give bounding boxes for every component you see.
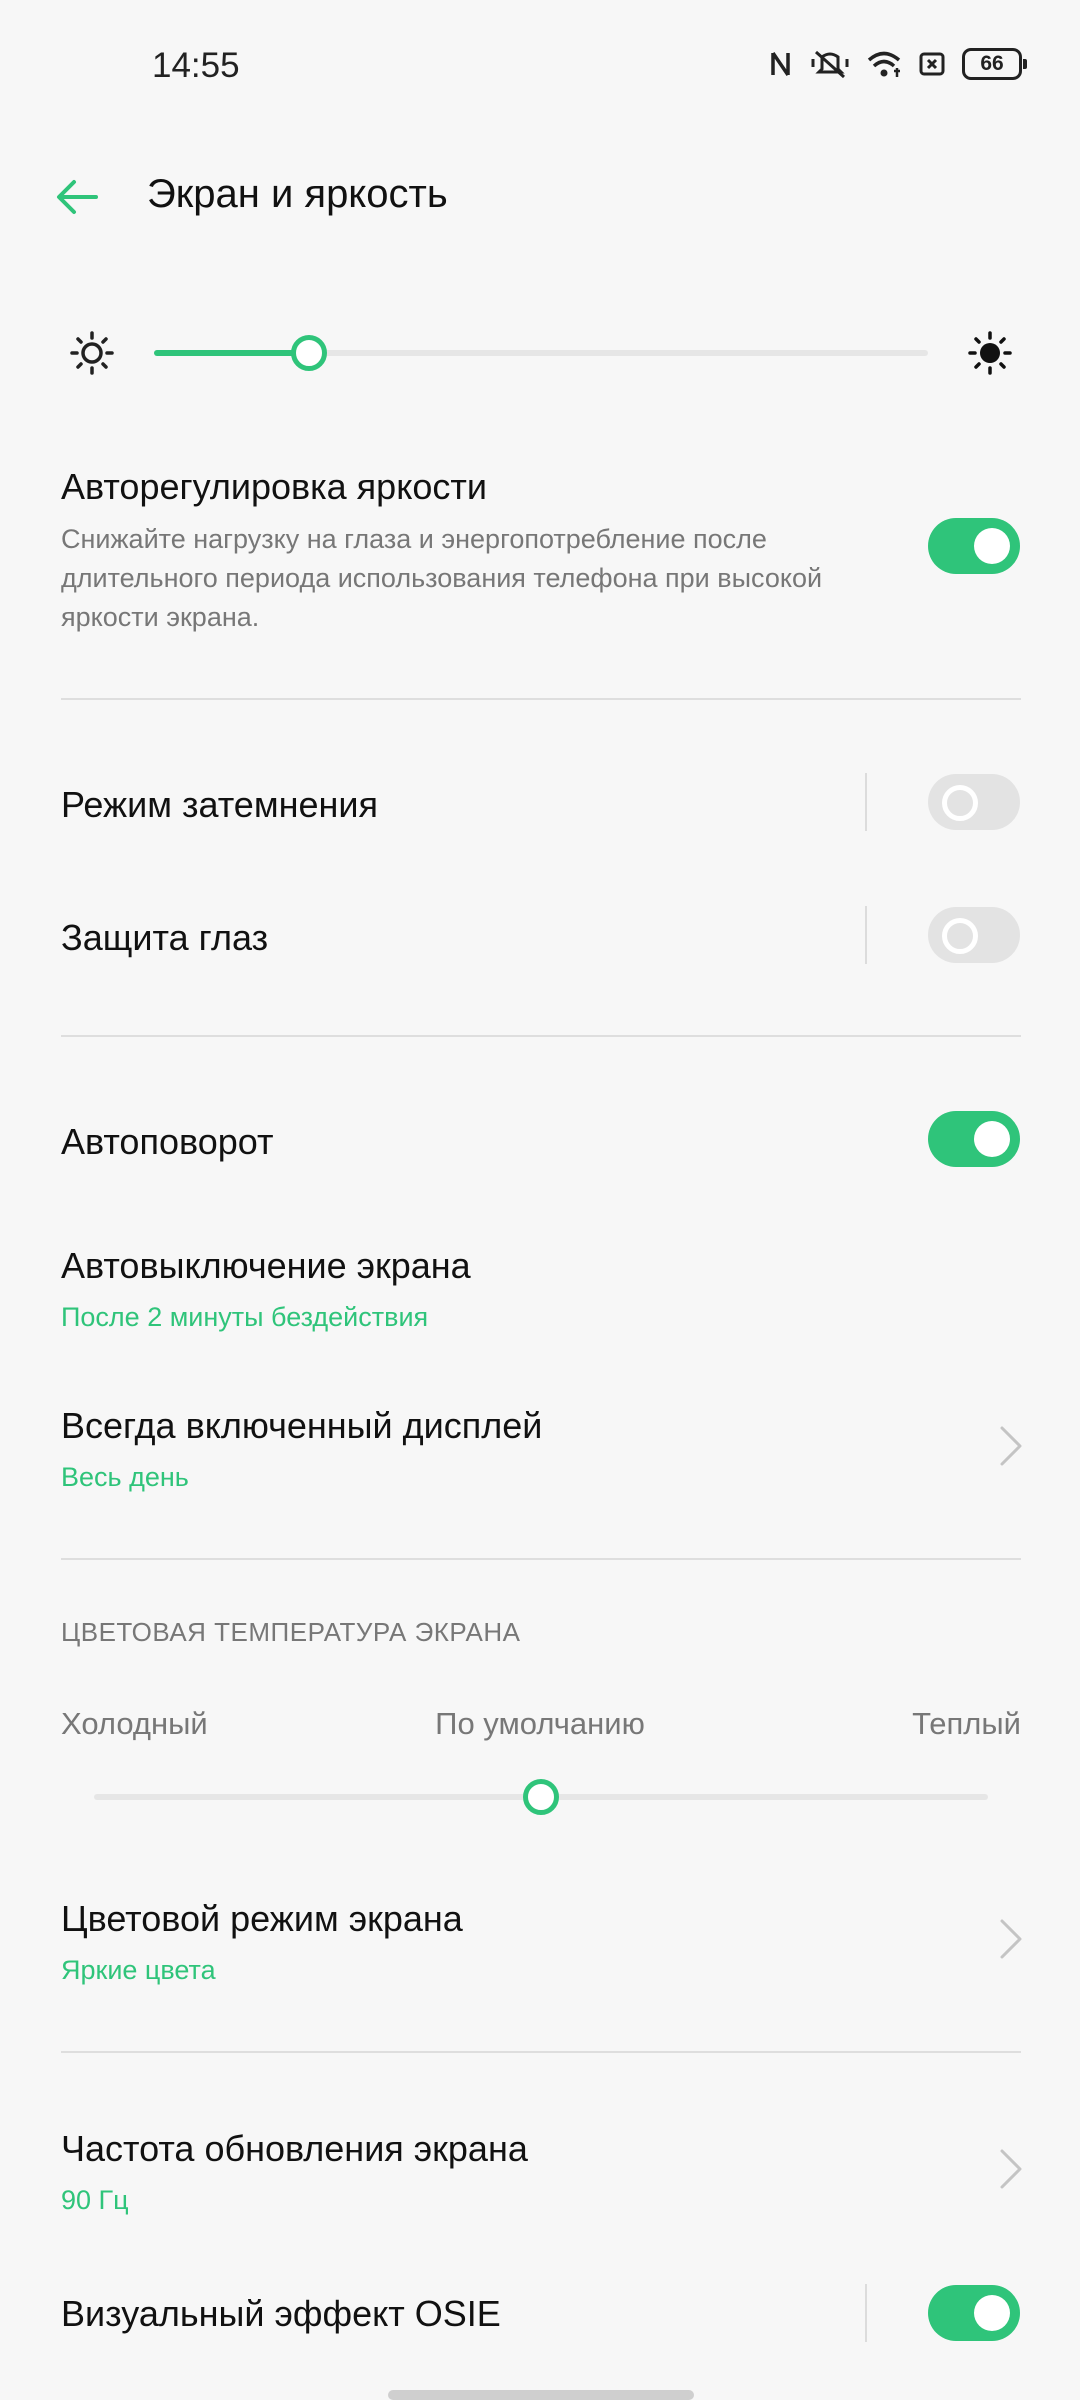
screen-timeout-value: После 2 минуты бездействия [61, 1302, 429, 1332]
nfc-icon [771, 52, 790, 76]
battery-icon: 66 [962, 48, 1027, 80]
brightness-slider[interactable] [154, 328, 928, 378]
auto-brightness-toggle[interactable] [928, 518, 1020, 574]
dark-mode-label: Режим затемнения [61, 784, 378, 825]
toggle-knob [942, 918, 978, 954]
auto-brightness-label: Авторегулировка яркости [61, 466, 487, 507]
toggle-knob [974, 2295, 1010, 2331]
sim-icon [919, 52, 945, 76]
chevron-right-icon [1000, 1919, 1022, 1959]
auto-rotate-label: Автоповорот [61, 1121, 274, 1162]
vertical-divider [865, 773, 867, 831]
silent-icon [811, 50, 849, 79]
color-mode-item[interactable]: Цветовой режим экрана Яркие цвета [0, 1878, 1080, 2003]
sun-outline-icon [70, 331, 114, 375]
divider [61, 1035, 1021, 1037]
home-indicator[interactable] [388, 2390, 694, 2400]
back-arrow-icon[interactable] [52, 172, 102, 222]
page-title: Экран и яркость [147, 172, 448, 216]
toggle-knob [974, 1121, 1010, 1157]
auto-brightness-description: Снижайте нагрузку на глаза и энергопотре… [61, 524, 823, 632]
brightness-thumb[interactable] [290, 335, 327, 371]
wifi-icon [867, 51, 901, 77]
color-mode-label: Цветовой режим экрана [61, 1898, 463, 1939]
screen-timeout-item[interactable]: Автовыключение экрана После 2 минуты без… [0, 1225, 1080, 1350]
chevron-right-icon [1000, 2149, 1022, 2189]
warm-label: Теплый [912, 1706, 1021, 1741]
divider [61, 1558, 1021, 1560]
divider [61, 698, 1021, 700]
always-on-display-item[interactable]: Всегда включенный дисплей Весь день [0, 1385, 1080, 1510]
eye-protection-toggle[interactable] [928, 907, 1020, 963]
auto-rotate-toggle[interactable] [928, 1111, 1020, 1167]
refresh-rate-item[interactable]: Частота обновления экрана 90 Гц [0, 2108, 1080, 2233]
toggle-knob [942, 785, 978, 821]
vertical-divider [865, 2284, 867, 2342]
toggle-knob [974, 528, 1010, 564]
color-mode-value: Яркие цвета [61, 1955, 216, 1985]
chevron-right-icon [1000, 1426, 1022, 1466]
color-temp-slider[interactable] [94, 1772, 988, 1822]
eye-protection-label: Защита глаз [61, 917, 269, 958]
color-temp-section-title: ЦВЕТОВАЯ ТЕМПЕРАТУРА ЭКРАНА [61, 1617, 521, 1647]
divider [61, 2051, 1021, 2053]
vertical-divider [865, 906, 867, 964]
brightness-fill [154, 350, 309, 356]
always-on-display-label: Всегда включенный дисплей [61, 1405, 543, 1446]
osie-toggle[interactable] [928, 2285, 1020, 2341]
status-icons: 66 [768, 48, 1027, 80]
refresh-rate-label: Частота обновления экрана [61, 2128, 528, 2169]
sun-filled-icon [968, 331, 1012, 375]
color-temp-thumb[interactable] [523, 1779, 559, 1815]
refresh-rate-value: 90 Гц [61, 2185, 129, 2215]
always-on-display-value: Весь день [61, 1462, 189, 1492]
dark-mode-toggle[interactable] [928, 774, 1020, 830]
screen-timeout-label: Автовыключение экрана [61, 1245, 471, 1286]
status-time: 14:55 [152, 46, 240, 85]
osie-label: Визуальный эффект OSIE [61, 2293, 501, 2334]
